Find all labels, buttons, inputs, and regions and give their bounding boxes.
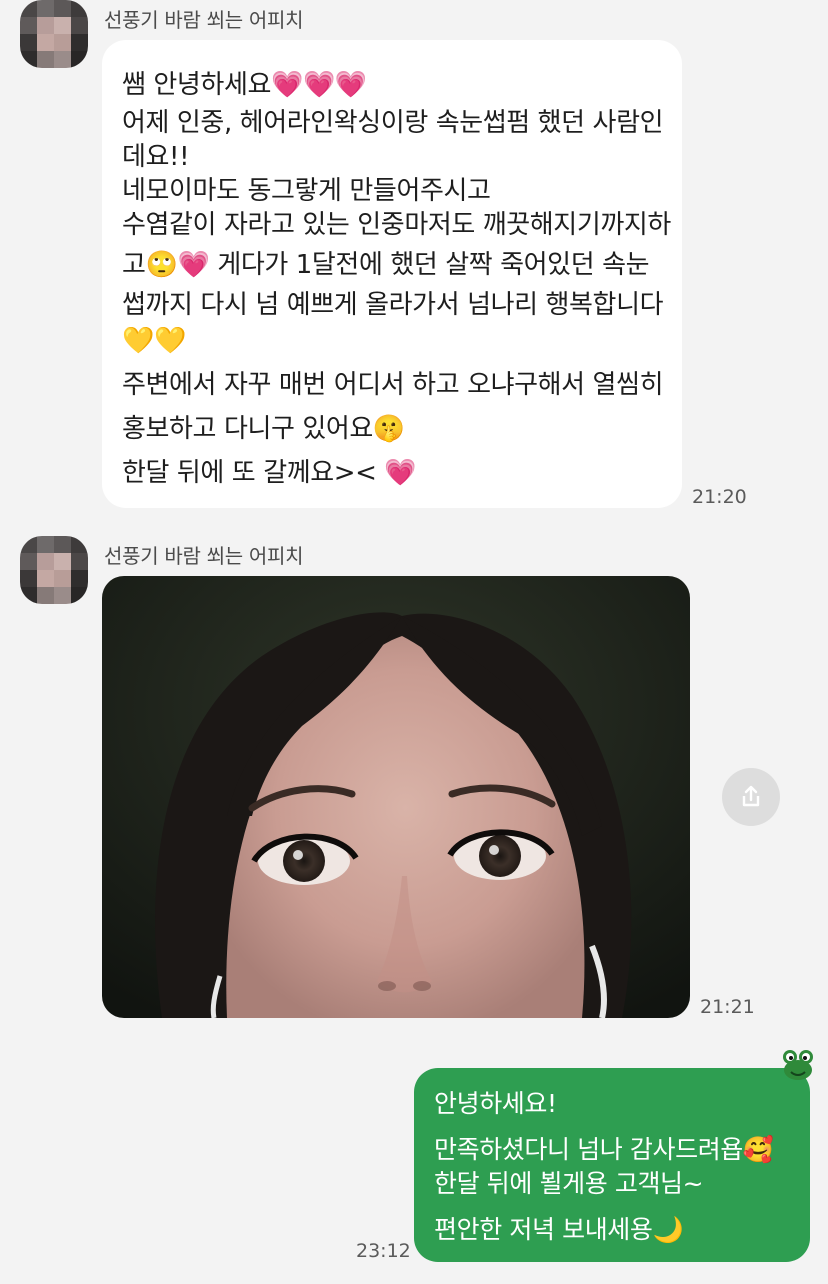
message-line: 쌤 안녕하세요💗💗💗: [122, 70, 367, 100]
share-button[interactable]: [722, 768, 780, 826]
reply-line: 편안한 저녁 보내세용🌙: [434, 1215, 684, 1244]
message-line: 어제 인중, 헤어라인왁싱이랑 속눈썹펌 했던 사람인: [122, 108, 664, 138]
reply-line: 안녕하세요!: [434, 1089, 557, 1118]
avatar[interactable]: [20, 536, 88, 604]
sender-name: 선풍기 바람 쐬는 어피치: [104, 8, 304, 32]
reply-line: 만족하셨다니 넘나 감사드려욥🥰: [434, 1135, 774, 1164]
message-bubble[interactable]: 쌤 안녕하세요💗💗💗 어제 인중, 헤어라인왁싱이랑 속눈썹펌 했던 사람인 데…: [102, 40, 682, 508]
share-icon: [742, 785, 760, 807]
message-time: 23:12: [356, 1240, 411, 1262]
message-line: 썹까지 다시 넘 예쁘게 올라가서 넘나리 행복합니다: [122, 290, 664, 320]
avatar[interactable]: [20, 0, 88, 68]
selfie-photo: [102, 576, 690, 1018]
reply-line: 한달 뒤에 뵐게용 고객님~: [434, 1169, 704, 1198]
message-line: 💛💛: [122, 326, 186, 356]
sender-name: 선풍기 바람 쐬는 어피치: [104, 544, 304, 568]
message-line: 수염같이 자라고 있는 인중마저도 깨끗해지기까지하: [122, 210, 671, 240]
message-line: 주변에서 자꾸 매번 어디서 하고 오냐구해서 열씸히: [122, 370, 664, 400]
message-time: 21:20: [692, 486, 747, 508]
message-time: 21:21: [700, 996, 755, 1018]
message-line: 고🙄💗 게다가 1달전에 했던 살짝 죽어있던 속눈: [122, 250, 650, 280]
message-line: 한달 뒤에 또 갈께요>< 💗: [122, 458, 417, 488]
photo-message[interactable]: [102, 576, 690, 1018]
reply-bubble[interactable]: 안녕하세요! 만족하셨다니 넘나 감사드려욥🥰 한달 뒤에 뵐게용 고객님~ 편…: [414, 1068, 810, 1262]
frog-sticker-icon: [778, 1044, 818, 1084]
message-line: 데요!!: [122, 142, 190, 172]
message-line: 네모이마도 동그랗게 만들어주시고: [122, 176, 491, 206]
message-line: 홍보하고 다니구 있어요🤫: [122, 414, 405, 444]
